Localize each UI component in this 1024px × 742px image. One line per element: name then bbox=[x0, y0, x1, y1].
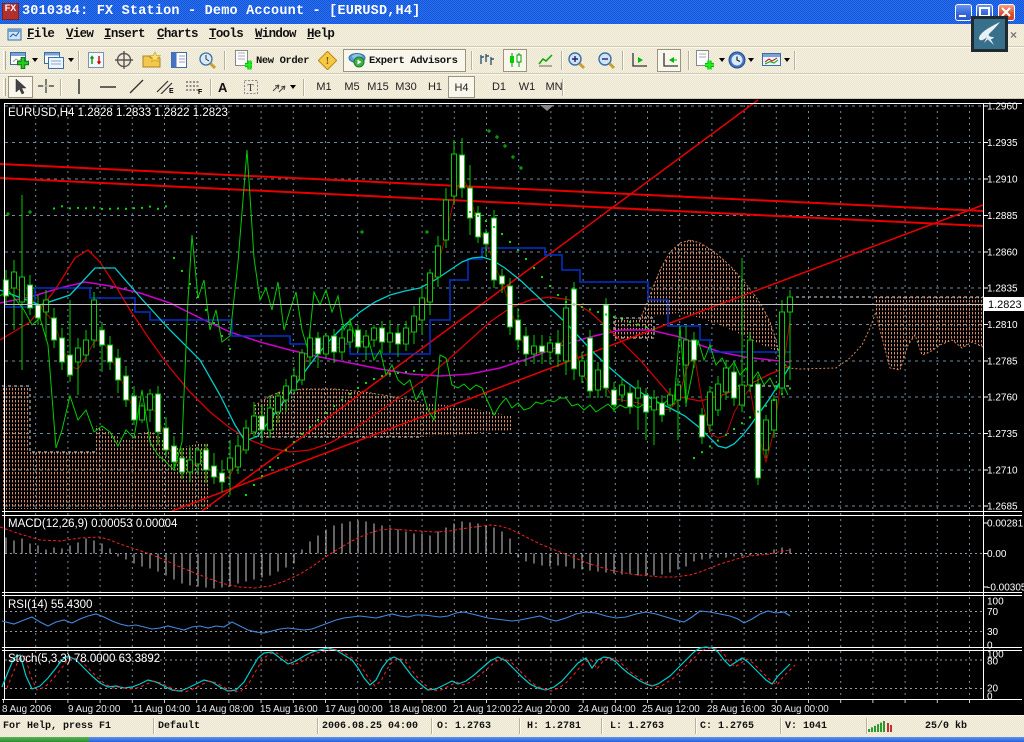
svg-text:25 Aug 12:00: 25 Aug 12:00 bbox=[642, 704, 700, 715]
svg-text:Stoch(5,3,3) 78.0000 63.3892: Stoch(5,3,3) 78.0000 63.3892 bbox=[8, 653, 160, 665]
svg-text:0.00: 0.00 bbox=[987, 549, 1007, 560]
svg-text:F: F bbox=[198, 89, 203, 94]
svg-text:30 Aug 00:00: 30 Aug 00:00 bbox=[771, 704, 829, 715]
svg-text:1.2885: 1.2885 bbox=[987, 211, 1018, 222]
svg-text:T: T bbox=[248, 83, 254, 94]
svg-text:1.2835: 1.2835 bbox=[987, 284, 1018, 295]
svg-text:14 Aug 08:00: 14 Aug 08:00 bbox=[196, 704, 254, 715]
svg-text:9 Aug 20:00: 9 Aug 20:00 bbox=[68, 704, 121, 715]
svg-text:1.2760: 1.2760 bbox=[987, 393, 1018, 404]
svg-text:1.2710: 1.2710 bbox=[987, 466, 1018, 477]
svg-text:30: 30 bbox=[987, 627, 999, 638]
svg-text:15 Aug 16:00: 15 Aug 16:00 bbox=[260, 704, 318, 715]
svg-text:1.2960: 1.2960 bbox=[987, 102, 1018, 113]
svg-text:80: 80 bbox=[987, 657, 999, 668]
svg-text:21 Aug 12:00: 21 Aug 12:00 bbox=[453, 704, 511, 715]
svg-text:-0.00305: -0.00305 bbox=[987, 583, 1024, 594]
svg-text:22 Aug 20:00: 22 Aug 20:00 bbox=[512, 704, 570, 715]
svg-text:0.00281: 0.00281 bbox=[987, 519, 1024, 530]
svg-text:!: ! bbox=[326, 55, 330, 67]
svg-text:18 Aug 08:00: 18 Aug 08:00 bbox=[389, 704, 447, 715]
svg-text:MACD(12,26,9) 0.00053 0.00004: MACD(12,26,9) 0.00053 0.00004 bbox=[8, 518, 178, 530]
svg-text:1.2860: 1.2860 bbox=[987, 248, 1018, 259]
svg-text:1.2823: 1.2823 bbox=[988, 299, 1022, 311]
svg-text:0: 0 bbox=[987, 692, 993, 703]
svg-text:100: 100 bbox=[987, 597, 1004, 608]
svg-text:1.2935: 1.2935 bbox=[987, 138, 1018, 149]
svg-text:8 Aug 2006: 8 Aug 2006 bbox=[2, 704, 52, 715]
svg-text:1.2735: 1.2735 bbox=[987, 429, 1018, 440]
svg-text:24 Aug 04:00: 24 Aug 04:00 bbox=[578, 704, 636, 715]
svg-text:1.2810: 1.2810 bbox=[987, 320, 1018, 331]
svg-text:EURUSD,H4 1.2828 1.2833 1.282: EURUSD,H4 1.2828 1.2833 1.2822 1.2823 bbox=[8, 107, 228, 119]
svg-text:1.2685: 1.2685 bbox=[987, 502, 1018, 513]
svg-text:28 Aug 16:00: 28 Aug 16:00 bbox=[707, 704, 765, 715]
svg-text:17 Aug 00:00: 17 Aug 00:00 bbox=[325, 704, 383, 715]
svg-text:70: 70 bbox=[987, 607, 999, 618]
svg-text:11 Aug 04:00: 11 Aug 04:00 bbox=[133, 704, 191, 715]
svg-text:E: E bbox=[169, 88, 174, 94]
svg-text:1.2785: 1.2785 bbox=[987, 357, 1018, 368]
svg-text:1.2910: 1.2910 bbox=[987, 175, 1018, 186]
svg-text:RSI(14) 55.4300: RSI(14) 55.4300 bbox=[8, 599, 92, 611]
